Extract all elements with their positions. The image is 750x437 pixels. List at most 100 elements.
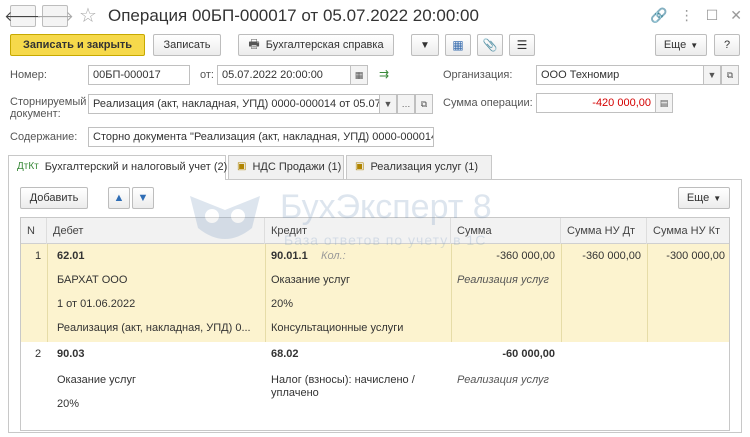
tab-vat-sales[interactable]: ▣ НДС Продажи (1) [228, 155, 344, 179]
printer-icon: 🖶 [248, 36, 260, 51]
storno-dropdown-button[interactable]: ▼ [379, 94, 397, 114]
date-label: от: [200, 69, 214, 81]
content-field[interactable]: Сторно документа "Реализация (акт, накла… [88, 127, 434, 147]
credit-subconto-1-line1[interactable]: Налог (взносы): начислено / [271, 374, 415, 386]
history-icon[interactable]: ⇉ [379, 67, 389, 81]
paperclip-icon: 📎 [482, 38, 498, 52]
caret-down-icon: ▼ [690, 40, 699, 50]
calendar-button[interactable]: ▦ [350, 65, 368, 85]
tab-services-sales-label: Реализация услуг (1) [370, 161, 479, 173]
credit-subconto-2[interactable]: 20% [271, 298, 293, 310]
date-field[interactable]: 05.07.2022 20:00:00 [217, 65, 351, 85]
amount-description[interactable]: Реализация услуг [457, 374, 549, 386]
postings-button[interactable]: ▦ [445, 34, 471, 56]
debit-account[interactable]: 90.03 [57, 348, 85, 360]
debit-subconto-2[interactable]: 1 от 01.06.2022 [57, 298, 135, 310]
accounting-report-label: Бухгалтерская справка [265, 39, 384, 51]
grid-doc-icon: ▦ [452, 38, 464, 52]
open-icon: ⧉ [726, 69, 734, 80]
tab-accounting[interactable]: ДтКт Бухгалтерский и налоговый учет (2) [8, 155, 228, 180]
credit-subconto-1[interactable]: Оказание услуг [271, 274, 350, 286]
accounting-report-button[interactable]: 🖶 Бухгалтерская справка [238, 34, 394, 56]
amount-description[interactable]: Реализация услуг [457, 274, 549, 286]
credit-subconto-1-line2[interactable]: уплачено [271, 387, 319, 399]
column-header-nu-kt[interactable]: Сумма НУ Кт [647, 218, 729, 244]
favorite-star-icon[interactable]: ☆ [79, 3, 97, 28]
content-label: Содержание: [10, 131, 78, 143]
organization-open-button[interactable]: ⧉ [721, 65, 739, 85]
storno-label-line1: Сторнируемый [10, 96, 87, 108]
credit-account[interactable]: 90.01.1 [271, 250, 308, 262]
save-button[interactable]: Записать [153, 34, 221, 56]
attach-files-button[interactable]: 📎 [477, 34, 503, 56]
caret-down-icon: ▼ [713, 193, 722, 203]
close-icon[interactable]: ✕ [730, 7, 742, 24]
amount-cell[interactable]: -360 000,00 [451, 250, 555, 262]
maximize-icon[interactable]: ☐ [706, 7, 719, 24]
organization-label: Организация: [443, 69, 513, 81]
amount-label: Сумма операции: [443, 97, 533, 109]
document-icon: ▣ [355, 161, 365, 172]
column-header-debit[interactable]: Дебет [47, 218, 265, 244]
grid-more-button[interactable]: Еще ▼ [678, 187, 730, 209]
debit-subconto-2[interactable]: 20% [57, 398, 79, 410]
shield-down-icon: ▼ [420, 39, 430, 51]
row-number: 1 [35, 250, 42, 262]
storno-document-field[interactable]: Реализация (акт, накладная, УПД) 0000-00… [88, 94, 380, 114]
nu-dt-cell[interactable]: -360 000,00 [561, 250, 641, 262]
caret-down-icon: ▼ [707, 70, 717, 80]
debit-subconto-1[interactable]: БАРХАТ ООО [57, 274, 127, 286]
organization-field[interactable]: ООО Техномир [536, 65, 704, 85]
credit-subconto-3[interactable]: Консультационные услуги [271, 322, 403, 334]
nu-kt-cell[interactable]: -300 000,00 [647, 250, 725, 262]
window-title: Операция 00БП-000017 от 05.07.2022 20:00… [108, 6, 479, 25]
amount-cell[interactable]: -60 000,00 [451, 348, 555, 360]
forward-button[interactable]: 🡒 [36, 5, 74, 27]
calculator-button[interactable]: ▤ [655, 93, 673, 113]
arrow-up-icon: ▲ [113, 192, 125, 204]
column-header-credit[interactable]: Кредит [265, 218, 451, 244]
column-header-n[interactable]: N [21, 218, 47, 244]
credit-account[interactable]: 68.02 [271, 348, 299, 360]
arrow-down-icon: ▼ [137, 192, 149, 204]
post-and-close-button[interactable]: Записать и закрыть [10, 34, 145, 56]
tab-accounting-label: Бухгалтерский и налоговый учет (2) [44, 161, 228, 173]
organization-dropdown-button[interactable]: ▼ [703, 65, 721, 85]
column-header-amount[interactable]: Сумма [451, 218, 561, 244]
help-button[interactable]: ? [714, 34, 740, 56]
command-bar: Записать и закрыть Записать 🖶 Бухгалтерс… [0, 34, 750, 58]
caret-down-icon: ▼ [383, 99, 393, 109]
debit-subconto-1[interactable]: Оказание услуг [57, 374, 136, 386]
move-up-button[interactable]: ▲ [108, 187, 130, 209]
column-header-nu-dt[interactable]: Сумма НУ Дт [561, 218, 647, 244]
number-label: Номер: [10, 69, 47, 81]
open-icon: ⧉ [420, 98, 428, 109]
ellipsis-icon: … [401, 99, 411, 109]
amount-field[interactable]: -420 000,00 [536, 93, 656, 113]
more-vertical-icon[interactable]: ⋮ [680, 7, 694, 24]
more-menu-button[interactable]: Еще ▼ [655, 34, 707, 56]
dt-kt-icon: ДтКт [17, 161, 39, 172]
link-icon[interactable]: 🔗 [650, 7, 667, 24]
arrow-right-icon: 🡒 [36, 7, 74, 24]
back-button[interactable]: 🡐 [4, 5, 42, 27]
postings-table[interactable]: N Дебет Кредит Сумма Сумма НУ Дт Сумма Н… [20, 217, 730, 431]
document-icon: ▣ [237, 161, 247, 172]
debit-account[interactable]: 62.01 [57, 250, 85, 262]
tab-services-sales[interactable]: ▣ Реализация услуг (1) [346, 155, 492, 179]
move-down-button[interactable]: ▼ [132, 187, 154, 209]
calendar-icon: ▦ [354, 69, 364, 80]
column-divider [47, 244, 48, 342]
add-row-button[interactable]: Добавить [20, 187, 88, 209]
debit-subconto-3[interactable]: Реализация (акт, накладная, УПД) 0... [57, 322, 251, 334]
number-field[interactable]: 00БП-000017 [88, 65, 190, 85]
structure-button[interactable]: ▼ [411, 34, 439, 56]
storno-label-line2: документ: [10, 108, 61, 120]
window-controls: 🔗 ⋮ ☐ ✕ [650, 7, 742, 24]
quantity-placeholder[interactable]: Кол.: [321, 250, 346, 262]
list-document-button[interactable]: ☰ [509, 34, 535, 56]
document-list-icon: ☰ [516, 38, 528, 52]
row-number: 2 [35, 348, 42, 360]
storno-select-button[interactable]: … [397, 94, 415, 114]
storno-open-button[interactable]: ⧉ [415, 94, 433, 114]
